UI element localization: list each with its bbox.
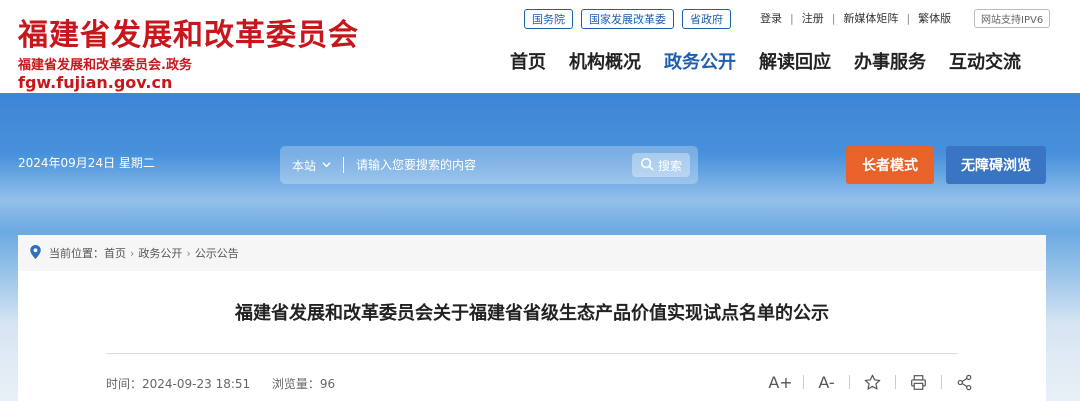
views-value: 96	[319, 377, 336, 391]
share-icon[interactable]	[942, 371, 987, 393]
breadcrumb-label: 当前位置：	[49, 247, 104, 260]
nav-organization[interactable]: 机构概况	[569, 48, 641, 74]
breadcrumb-announcements[interactable]: 公示公告	[195, 245, 239, 261]
breadcrumb-home[interactable]: 首页	[104, 245, 126, 261]
search-input[interactable]	[356, 158, 632, 172]
title-divider	[106, 353, 958, 354]
font-decrease-icon[interactable]: A-	[804, 371, 849, 393]
views-label: 浏览量：	[271, 377, 320, 391]
separator: |	[831, 11, 836, 25]
link-provincial-gov[interactable]: 省政府	[682, 9, 731, 29]
search-scope-label: 本站	[292, 158, 317, 173]
utility-links: 登录 | 注册 | 新媒体矩阵 | 繁体版	[760, 10, 951, 26]
login-link[interactable]: 登录	[760, 10, 782, 26]
separator: |	[906, 11, 911, 25]
main-nav: 首页 机构概况 政务公开 解读回应 办事服务 互动交流	[510, 48, 1044, 74]
chevron-down-icon	[322, 158, 331, 172]
elder-mode-button[interactable]: 长者模式	[846, 146, 934, 184]
nav-home[interactable]: 首页	[510, 48, 546, 74]
search-button-label: 搜索	[657, 158, 682, 173]
site-header: 福建省发展和改革委员会 福建省发展和改革委员会.政务 fgw.fujian.go…	[0, 0, 1080, 93]
search-bar: 本站 搜索	[280, 146, 698, 184]
nav-interaction[interactable]: 互动交流	[949, 48, 1021, 74]
article-card: 当前位置： 首页 › 政务公开 › 公示公告 福建省发展和改革委员会关于福建省省…	[18, 235, 1046, 401]
article-tools: A+ A-	[758, 371, 987, 393]
logo-url: fgw.fujian.gov.cn	[18, 73, 173, 92]
search-button[interactable]: 搜索	[631, 153, 690, 177]
accessible-browse-button[interactable]: 无障碍浏览	[946, 146, 1046, 184]
site-logo[interactable]: 福建省发展和改革委员会 福建省发展和改革委员会.政务 fgw.fujian.go…	[18, 10, 359, 92]
nav-services[interactable]: 办事服务	[854, 48, 926, 74]
publish-time-value: 2024-09-23 18:51	[142, 377, 251, 391]
link-ndrc[interactable]: 国家发展改革委	[581, 9, 674, 29]
search-icon	[640, 157, 654, 174]
publish-time-label: 时间：	[106, 377, 143, 391]
breadcrumb-separator: ›	[186, 246, 191, 260]
link-state-council[interactable]: 国务院	[524, 9, 573, 29]
search-scope-select[interactable]: 本站	[280, 157, 331, 174]
favorite-star-icon[interactable]	[850, 371, 895, 393]
breadcrumb-separator: ›	[130, 246, 135, 260]
breadcrumb: 当前位置： 首页 › 政务公开 › 公示公告	[18, 235, 1046, 271]
location-pin-icon	[30, 244, 41, 262]
logo-subtitle: 福建省发展和改革委员会.政务	[18, 58, 192, 73]
breadcrumb-gov-affairs[interactable]: 政务公开	[138, 245, 182, 261]
font-increase-icon[interactable]: A+	[758, 371, 803, 393]
register-link[interactable]: 注册	[802, 10, 824, 26]
article-title: 福建省发展和改革委员会关于福建省省级生态产品价值实现试点名单的公示	[235, 303, 829, 324]
logo-title: 福建省发展和改革委员会	[18, 18, 359, 53]
ipv6-badge: 网站支持IPV6	[974, 9, 1051, 28]
print-icon[interactable]	[896, 371, 941, 393]
nav-interpretation[interactable]: 解读回应	[759, 48, 831, 74]
nav-gov-affairs[interactable]: 政务公开	[664, 48, 736, 74]
search-divider	[343, 157, 345, 173]
top-links: 国务院 国家发展改革委 省政府	[524, 9, 731, 29]
new-media-link[interactable]: 新媒体矩阵	[843, 10, 898, 26]
separator: |	[790, 11, 794, 25]
article-meta: 时间：2024-09-23 18:51 浏览量：96	[106, 375, 335, 392]
current-date: 2024年09月24日 星期二	[18, 156, 155, 170]
traditional-chinese-link[interactable]: 繁体版	[918, 10, 951, 26]
